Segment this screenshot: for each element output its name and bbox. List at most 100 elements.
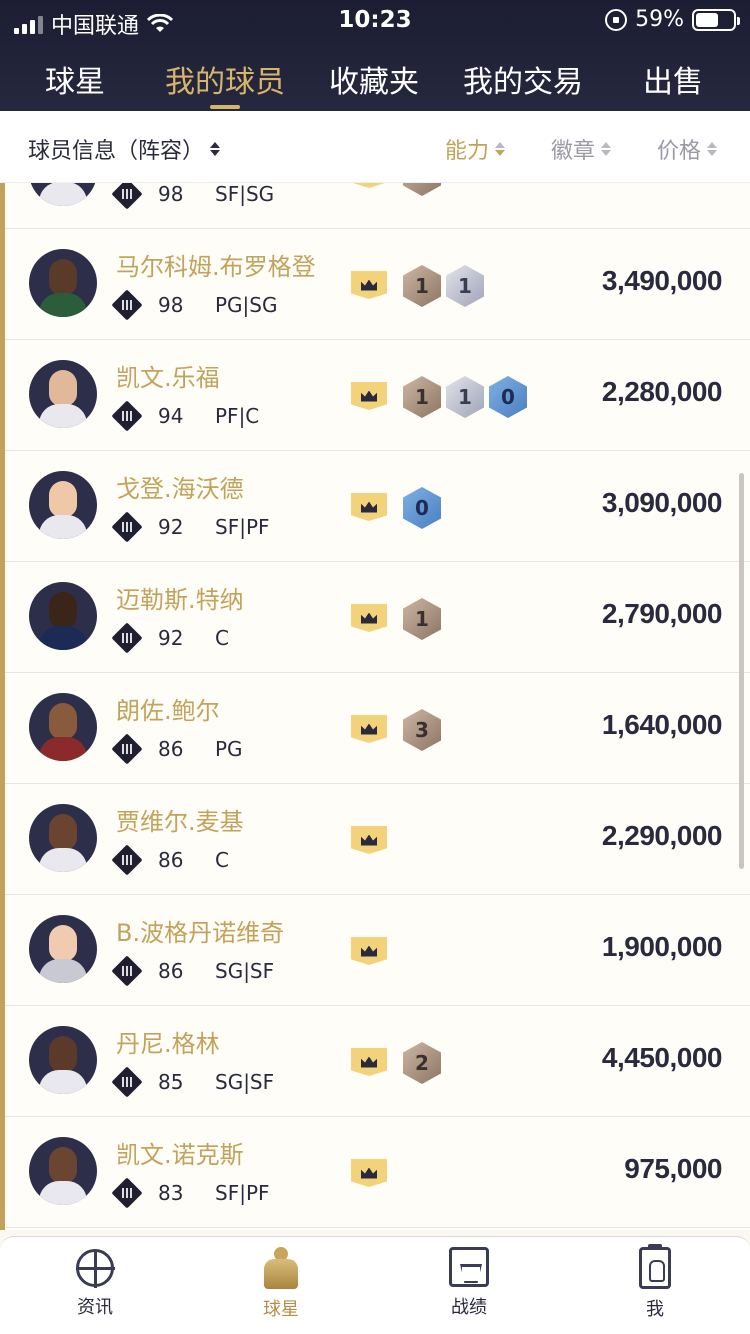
player-position: PF|C bbox=[215, 404, 260, 428]
crown-icon bbox=[351, 1048, 387, 1076]
sort-player-info-label: 球员信息（阵容） bbox=[28, 139, 205, 164]
main-tabs: 球星 我的球员 收藏夹 我的交易 出售 bbox=[0, 50, 750, 108]
player-name: 马尔科姆.布罗格登 bbox=[116, 253, 316, 281]
player-meta: 86 C bbox=[111, 844, 229, 876]
bronze-badge-icon bbox=[403, 183, 441, 196]
scrollbar[interactable] bbox=[739, 473, 744, 869]
silver-badge-icon: 1 bbox=[446, 265, 484, 307]
badge-list: 11 bbox=[403, 265, 484, 307]
player-meta: 86 SG|SF bbox=[111, 955, 274, 987]
list-item-partial[interactable]: 98 SF|SG bbox=[5, 183, 750, 229]
tab-favorites[interactable]: 收藏夹 bbox=[318, 50, 430, 108]
player-price: 2,280,000 bbox=[601, 376, 723, 407]
player-ovr: 86 bbox=[158, 959, 184, 983]
sort-ability[interactable]: 能力 bbox=[445, 133, 506, 165]
list-item[interactable]: 朗佐.鲍尔 86 PG 3 1,640,000 bbox=[5, 673, 750, 784]
list-item[interactable]: 凯文.诺克斯 83 SF|PF 975,000 bbox=[5, 1117, 750, 1228]
crown-icon bbox=[351, 826, 387, 854]
nav-record[interactable]: 战绩 bbox=[409, 1247, 529, 1319]
list-item[interactable]: 迈勒斯.特纳 92 C 1 2,790,000 bbox=[5, 562, 750, 673]
battery-icon bbox=[692, 8, 740, 31]
sort-player-info[interactable]: 球员信息（阵容） bbox=[28, 133, 221, 165]
crown-icon bbox=[351, 382, 387, 410]
player-price: 4,450,000 bbox=[601, 1042, 723, 1073]
basketball-icon bbox=[76, 1249, 115, 1288]
list-item[interactable]: 戈登.海沃德 92 SF|PF 0 3,090,000 bbox=[5, 451, 750, 562]
player-name: 贾维尔.麦基 bbox=[116, 808, 244, 836]
bronze-badge-icon: 2 bbox=[403, 1042, 441, 1084]
rotation-lock-icon bbox=[605, 8, 628, 31]
player-avatar bbox=[29, 693, 97, 761]
player-meta: 85 SG|SF bbox=[111, 1066, 275, 1098]
tab-my-trades[interactable]: 我的交易 bbox=[455, 50, 591, 108]
player-meta: 98 PG|SG bbox=[111, 289, 278, 321]
sort-arrows-icon bbox=[601, 142, 612, 156]
nav-me-label: 我 bbox=[646, 1299, 664, 1320]
nav-news[interactable]: 资讯 bbox=[35, 1247, 155, 1319]
badge-list: 3 bbox=[403, 709, 441, 751]
player-avatar bbox=[29, 249, 97, 317]
player-avatar bbox=[29, 1026, 97, 1094]
sort-price-label: 价格 bbox=[657, 139, 702, 164]
tab-stars[interactable]: 球星 bbox=[15, 50, 135, 108]
rating-icon bbox=[111, 289, 143, 321]
hoop-icon bbox=[449, 1247, 489, 1287]
list-item[interactable]: 凯文.乐福 94 PF|C 110 2,280,000 bbox=[5, 340, 750, 451]
player-name: 丹尼.格林 bbox=[116, 1030, 220, 1058]
nav-stars-label: 球星 bbox=[263, 1299, 299, 1320]
profile-clipboard-icon bbox=[639, 1244, 671, 1289]
rating-icon bbox=[111, 844, 143, 876]
nav-stars[interactable]: 球星 bbox=[221, 1247, 341, 1321]
list-item[interactable]: 丹尼.格林 85 SG|SF 2 4,450,000 bbox=[5, 1006, 750, 1117]
crown-icon bbox=[351, 493, 387, 521]
player-name: 朗佐.鲍尔 bbox=[116, 697, 220, 725]
player-ovr: 98 bbox=[158, 293, 184, 317]
tab-sell[interactable]: 出售 bbox=[625, 50, 721, 108]
player-price: 2,790,000 bbox=[601, 598, 723, 629]
sort-price[interactable]: 价格 bbox=[657, 133, 718, 165]
player-name: 凯文.乐福 bbox=[116, 364, 220, 392]
rating-icon bbox=[111, 733, 143, 765]
rating-icon bbox=[111, 1177, 143, 1209]
list-item[interactable]: B.波格丹诺维奇 86 SG|SF 1,900,000 bbox=[5, 895, 750, 1006]
list-item[interactable]: 马尔科姆.布罗格登 98 PG|SG 11 3,490,000 bbox=[5, 229, 750, 340]
player-position: C bbox=[215, 848, 229, 872]
sort-arrows-icon bbox=[495, 142, 506, 156]
nav-me[interactable]: 我 bbox=[595, 1244, 715, 1321]
bronze-badge-icon: 3 bbox=[403, 709, 441, 751]
player-position: PG bbox=[215, 737, 243, 761]
player-ovr: 92 bbox=[158, 515, 184, 539]
sort-ability-label: 能力 bbox=[445, 139, 490, 164]
silver-badge-icon: 1 bbox=[446, 376, 484, 418]
crown-icon bbox=[351, 937, 387, 965]
badge-list: 110 bbox=[403, 376, 527, 418]
bronze-badge-icon: 1 bbox=[403, 376, 441, 418]
top-header: 中国联通 10:23 59% 球星 我的球员 收藏夹 我的交易 出售 bbox=[0, 0, 750, 111]
rating-icon bbox=[111, 955, 143, 987]
rating-icon bbox=[111, 400, 143, 432]
gold-badge-icon: 0 bbox=[403, 487, 441, 529]
sort-badges[interactable]: 徽章 bbox=[551, 133, 612, 165]
player-ovr: 86 bbox=[158, 737, 184, 761]
tab-my-players[interactable]: 我的球员 bbox=[152, 50, 298, 108]
sort-arrows-icon bbox=[210, 142, 221, 156]
player-position: SG|SF bbox=[215, 1070, 275, 1094]
player-avatar bbox=[29, 582, 97, 650]
player-ovr: 85 bbox=[158, 1070, 184, 1094]
player-avatar bbox=[29, 183, 97, 206]
badge-list: 2 bbox=[403, 1042, 441, 1084]
player-position: C bbox=[215, 626, 229, 650]
player-price: 1,900,000 bbox=[601, 931, 723, 962]
player-name: B.波格丹诺维奇 bbox=[116, 919, 285, 947]
badge-list: 0 bbox=[403, 487, 441, 529]
list-item[interactable]: 贾维尔.麦基 86 C 2,290,000 bbox=[5, 784, 750, 895]
player-avatar bbox=[29, 471, 97, 539]
player-avatar bbox=[29, 1137, 97, 1205]
player-meta: 92 SF|PF bbox=[111, 511, 270, 543]
player-icon bbox=[264, 1247, 298, 1289]
player-position: SF|PF bbox=[215, 1181, 270, 1205]
crown-icon bbox=[351, 183, 387, 188]
player-position: SF|PF bbox=[215, 515, 270, 539]
player-meta: 86 PG bbox=[111, 733, 243, 765]
player-name: 戈登.海沃德 bbox=[116, 475, 244, 503]
